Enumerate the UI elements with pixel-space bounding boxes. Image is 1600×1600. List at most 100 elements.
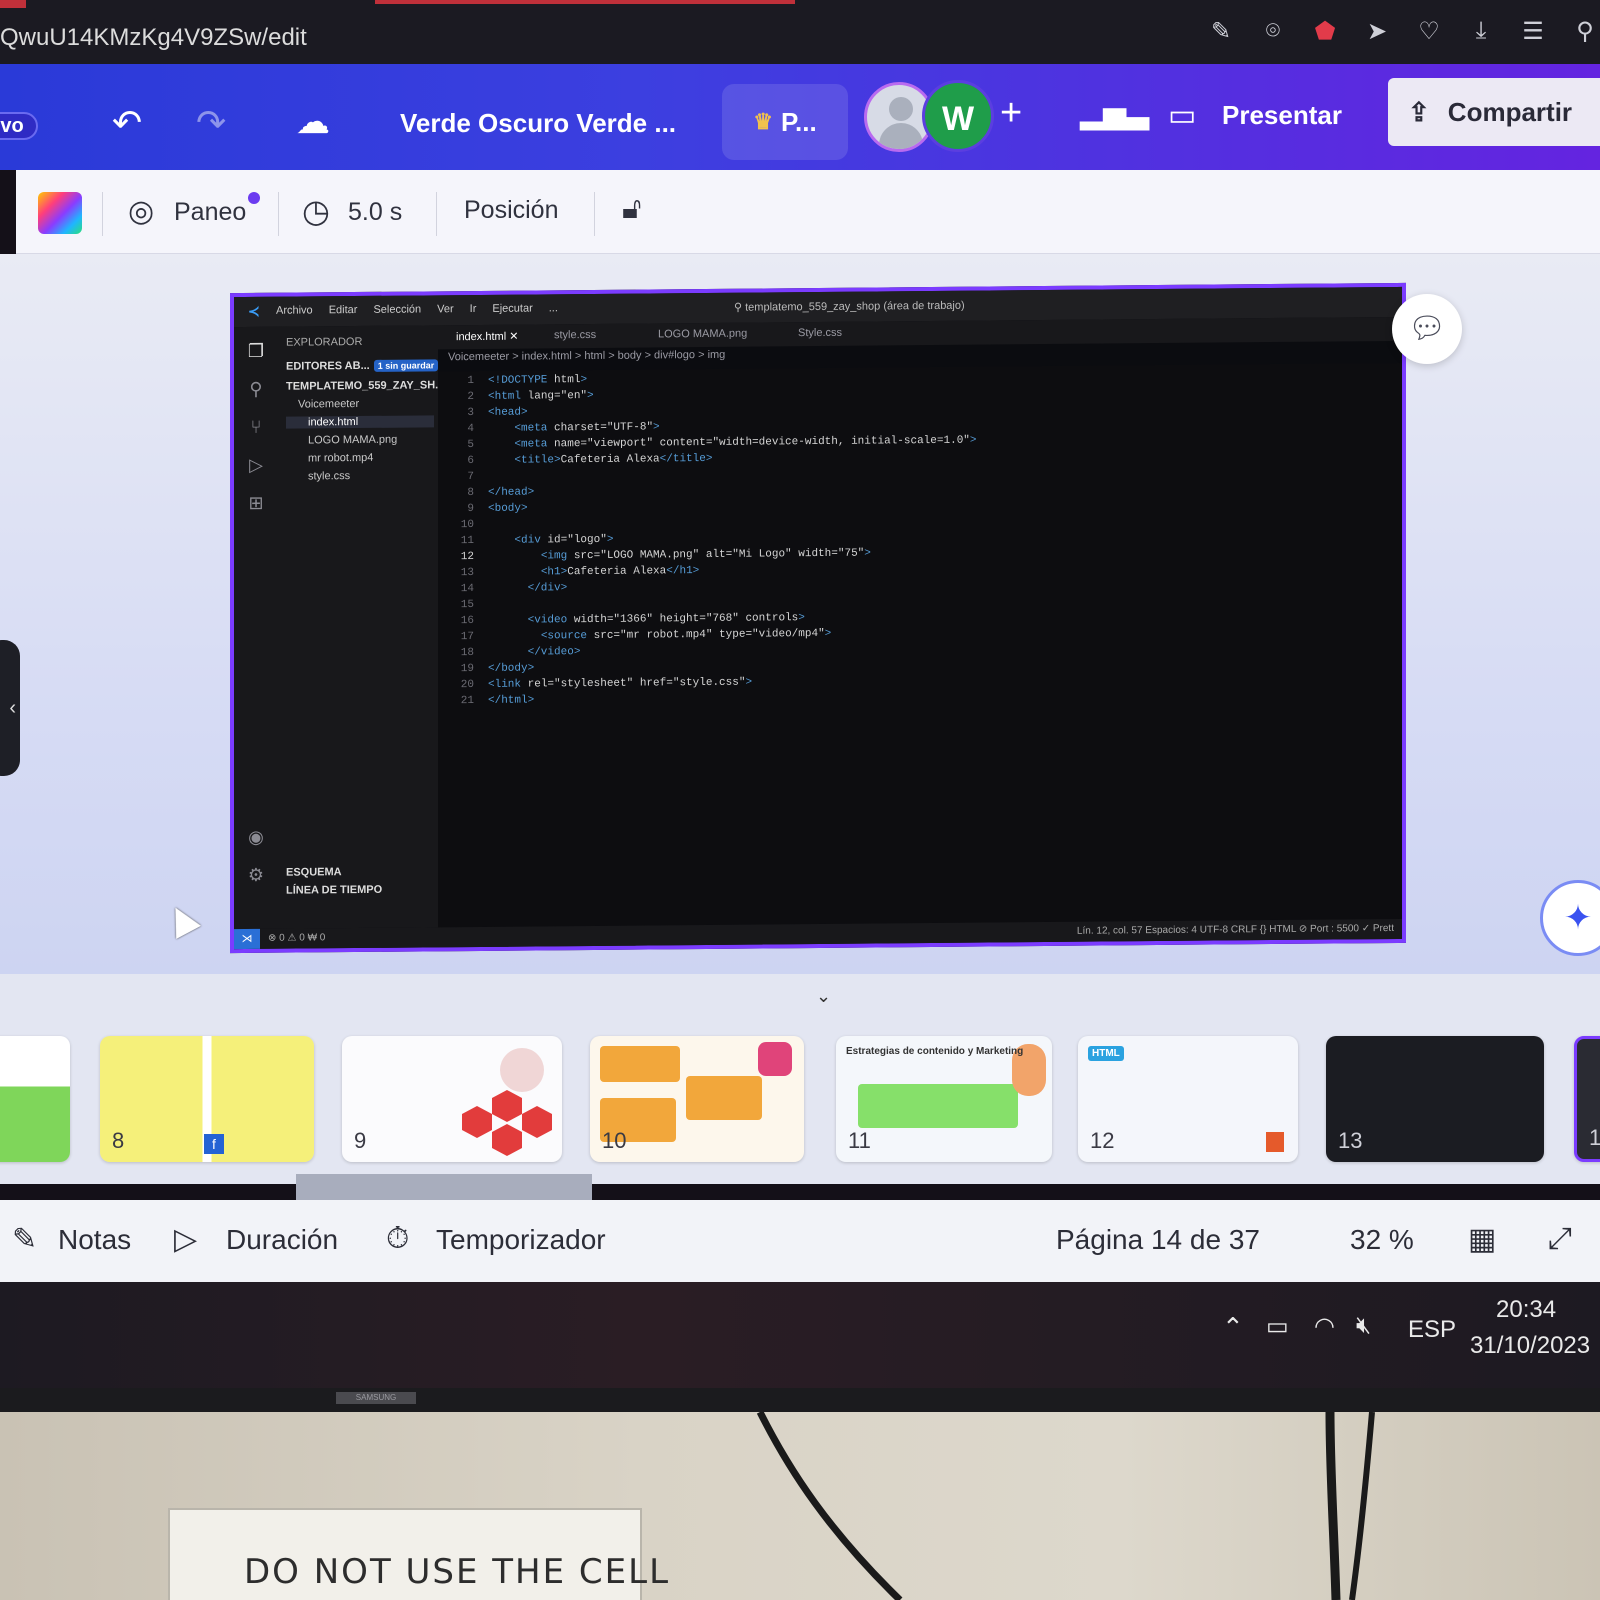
slide-thumbnail[interactable]: HTML 12 <box>1078 1036 1298 1162</box>
present-icon[interactable]: ▭ <box>1168 98 1196 133</box>
document-title[interactable]: Verde Oscuro Verde ... <box>400 108 676 139</box>
pan-animation-button[interactable]: Paneo <box>174 198 246 227</box>
search-icon: ⚲ <box>249 378 263 399</box>
code-line: <img src="LOGO MAMA.png" alt="Mi Logo" w… <box>540 547 871 563</box>
grid-view-icon[interactable]: ▦ <box>1468 1222 1496 1257</box>
element-toolbar: ◎ Paneo ◷ 5.0 s Posición 🔓︎ <box>16 170 1600 254</box>
avatar-w[interactable]: W <box>922 80 994 152</box>
paper-sign-text: DO NOT USE THE CELL <box>244 1552 671 1592</box>
upgrade-button[interactable]: ♛ P... <box>722 84 848 160</box>
wifi-icon[interactable]: ◠ <box>1314 1312 1335 1341</box>
code-line: </video> <box>527 646 581 659</box>
code-line: <h1>Cafeteria Alexa</h1> <box>540 565 700 579</box>
clock-date[interactable]: 31/10/2023 <box>1470 1332 1590 1360</box>
shield-icon[interactable]: ⬟ <box>1310 16 1340 46</box>
code-line: <source src="mr robot.mp4" type="video/m… <box>540 627 832 643</box>
vscode-code-editor: 1 <!DOCTYPE html> 2 <html lang="en"> 3 <head>… <box>438 362 1402 928</box>
share-button[interactable]: ⇪ Compartir <box>1388 78 1600 146</box>
edit-icon[interactable]: ✎ <box>1206 16 1236 46</box>
workspace-folder: TEMPLATEMO_559_ZAY_SH... <box>286 379 445 393</box>
notes-button[interactable]: Notas <box>58 1224 131 1256</box>
chevron-down-icon[interactable]: ⌄ <box>816 986 831 1007</box>
slide-thumbnail[interactable]: 10 <box>590 1036 804 1162</box>
slide-thumbnail[interactable]: 9 <box>342 1036 562 1162</box>
volume-muted-icon[interactable]: 🔇︎ <box>1356 1312 1371 1340</box>
clock-time[interactable]: 20:34 <box>1496 1296 1556 1324</box>
duration-icon[interactable]: ▷ <box>174 1222 197 1257</box>
orange-card <box>600 1046 680 1082</box>
heart-icon[interactable]: ♡ <box>1414 16 1444 46</box>
lock-icon[interactable]: 🔓︎ <box>622 192 641 226</box>
profile-icon[interactable]: ⚲ <box>1570 16 1600 46</box>
menu-badge[interactable]: vo <box>0 112 38 140</box>
notes-icon[interactable]: ✎ <box>12 1222 37 1257</box>
vscode-menu: Archivo Editar Selección Ver Ir Ejecutar… <box>276 302 558 316</box>
line-number: 13 <box>460 567 474 580</box>
add-collaborator-button[interactable]: + <box>1000 92 1022 135</box>
send-icon[interactable]: ➤ <box>1362 16 1392 46</box>
add-comment-button[interactable]: 💬︎ <box>1392 294 1462 364</box>
code-line: </body> <box>488 662 535 675</box>
tab-indicator <box>0 0 26 8</box>
settings-icon[interactable]: ☰ <box>1518 16 1548 46</box>
download-icon[interactable]: ⤓ <box>1466 16 1496 46</box>
timer-button[interactable]: Temporizador <box>436 1224 606 1256</box>
clock-icon[interactable]: ◷ <box>302 192 330 230</box>
battery-icon[interactable]: ▭ <box>1266 1312 1289 1341</box>
side-panel-toggle[interactable]: ‹ <box>0 640 20 776</box>
tab-index: index.html ✕ <box>456 330 518 344</box>
undo-icon[interactable]: ↶ <box>112 102 142 144</box>
line-number: 8 <box>467 487 474 500</box>
monitor-bezel <box>0 1388 1600 1412</box>
search-icon: ⚲ <box>734 301 746 314</box>
editor-status: Lín. 12, col. 57 Espacios: 4 UTF-8 CRLF … <box>1076 922 1394 937</box>
source-control-icon: ⑂ <box>250 416 262 437</box>
gear-icon: ⚙ <box>247 864 265 885</box>
color-picker-button[interactable] <box>38 192 82 234</box>
code-line: <meta charset="UTF-8"> <box>514 421 660 435</box>
cloud-saved-icon[interactable]: ☁ <box>296 102 330 142</box>
menu-item: Selección <box>373 303 422 316</box>
duration-button[interactable]: Duración <box>226 1224 338 1256</box>
code-line: <meta name="viewport" content="width=dev… <box>514 434 977 451</box>
selected-slide-image[interactable]: ≺ Archivo Editar Selección Ver Ir Ejecut… <box>230 282 1406 954</box>
run-debug-icon: ▷ <box>249 454 263 475</box>
timer-icon[interactable]: ⏱︎ <box>386 1222 409 1256</box>
browser-address-bar: QwuU14KMzKg4V9ZSw/edit ✎ ⌾ ⬟ ➤ ♡ ⤓ ☰ ⚲ <box>0 0 1600 64</box>
camera-icon[interactable]: ⌾ <box>1258 16 1288 46</box>
zoom-level[interactable]: 32 % <box>1350 1224 1414 1256</box>
present-button[interactable]: Presentar <box>1222 100 1342 131</box>
slide-thumbnail[interactable]: 1 <box>1574 1036 1600 1162</box>
pan-animation-icon[interactable]: ◎ <box>128 194 154 229</box>
editor-footer: ✎ Notas ▷ Duración ⏱︎ Temporizador Págin… <box>0 1200 1600 1282</box>
position-button[interactable]: Posición <box>464 196 559 225</box>
close-icon: ✕ <box>509 330 519 343</box>
share-icon: ⇪ <box>1408 96 1430 127</box>
line-number: 2 <box>467 391 474 404</box>
unsaved-badge: 1 sin guardar <box>373 359 439 372</box>
fullscreen-icon[interactable]: ⤢ <box>1548 1222 1572 1256</box>
line-number: 11 <box>460 535 474 548</box>
file-item-index: index.html <box>286 415 434 429</box>
language-indicator[interactable]: ESP <box>1408 1316 1456 1344</box>
line-number: 16 <box>460 615 474 628</box>
redo-icon[interactable]: ↷ <box>196 102 226 144</box>
share-label: Compartir <box>1447 96 1573 127</box>
slide-thumbnail[interactable]: 13 <box>1326 1036 1544 1162</box>
line-number: 5 <box>467 439 474 452</box>
thumbnail-scrollbar[interactable] <box>296 1174 592 1202</box>
thumbnail-number: 10 <box>602 1128 627 1153</box>
vscode-logo-icon: ≺ <box>248 302 260 319</box>
photo-of-monitor: QwuU14KMzKg4V9ZSw/edit ✎ ⌾ ⬟ ➤ ♡ ⤓ ☰ ⚲ v… <box>0 0 1600 1600</box>
slide-thumbnail[interactable]: f8 <box>100 1036 314 1162</box>
tab-label: index.html <box>456 330 507 344</box>
insights-icon[interactable]: ▂▅▃ <box>1080 96 1149 131</box>
vscode-explorer: EXPLORADOR EDITORES AB... 1 sin guardar T… <box>278 325 444 929</box>
chevron-up-icon[interactable]: ⌃ <box>1222 1312 1244 1343</box>
line-number: 18 <box>460 647 474 660</box>
slide-thumbnail[interactable]: Estrategias de contenido y Marketing 11 <box>836 1036 1052 1162</box>
divider <box>436 192 437 236</box>
duration-button[interactable]: 5.0 s <box>348 198 402 227</box>
url-text[interactable]: QwuU14KMzKg4V9ZSw/edit <box>0 24 307 52</box>
slide-thumbnail[interactable]: ing <box>0 1036 70 1162</box>
